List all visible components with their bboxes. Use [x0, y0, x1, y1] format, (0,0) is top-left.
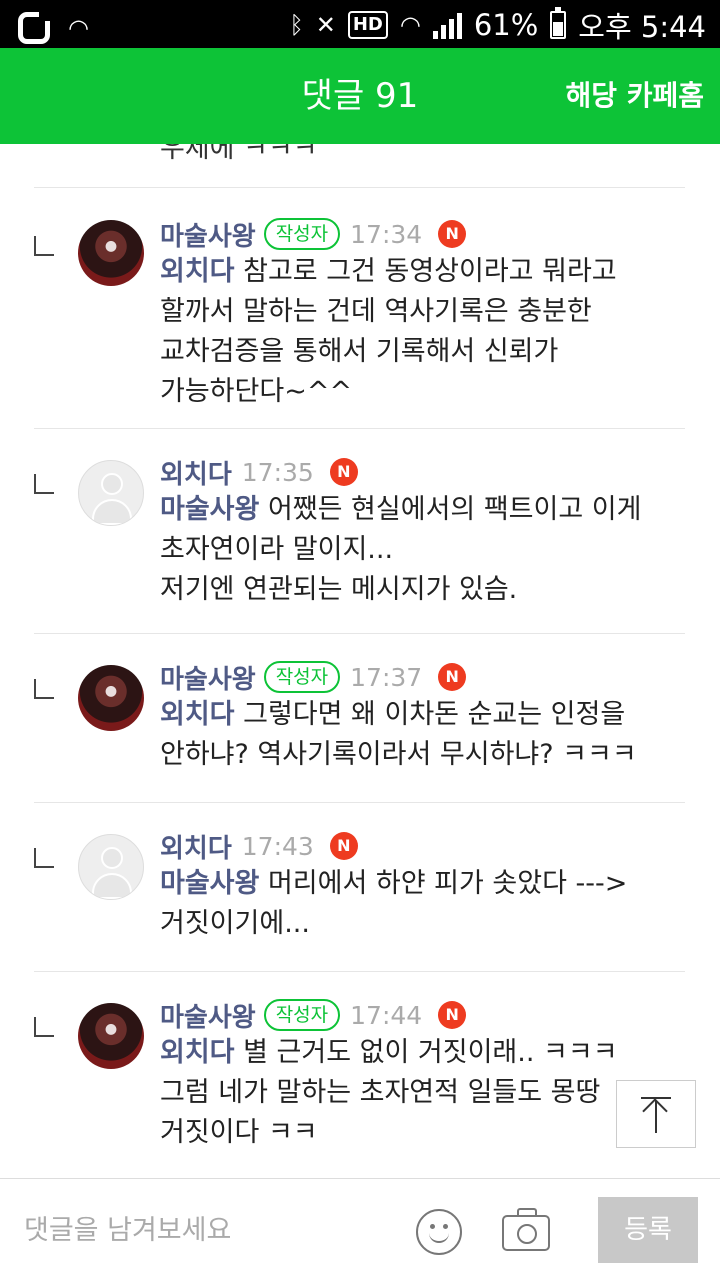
writer-badge: 작성자 [263, 999, 341, 1031]
comment-list[interactable]: 우제에 ㅋㅋㅋ 마술사왕 작성자 17:34 N 외치다 참고로 그건 동영상이… [0, 144, 720, 1178]
comment-line: 거짓이기에... [160, 908, 310, 939]
comment-input-bar: 등록 [0, 1178, 720, 1280]
comment-body: 외치다 참고로 그건 동영상이라고 뭐라고 할까서 말하는 건데 역사기록은 충… [160, 252, 690, 412]
reply-indent-icon [34, 848, 54, 868]
wifi-data-icon: ◠ [399, 11, 421, 39]
reply-indent-icon [34, 474, 54, 494]
new-badge: N [329, 458, 358, 486]
divider [34, 802, 685, 803]
divider [34, 428, 685, 429]
mention[interactable]: 외치다 [160, 699, 235, 730]
comment-line: 안하냐? 역사기록이라서 무시하냐? ㅋㅋㅋ [160, 739, 637, 770]
comment-body: 외치다 그렇다면 왜 이차돈 순교는 인정을 안하냐? 역사기록이라서 무시하냐… [160, 695, 690, 775]
comment-time: 17:35 [241, 457, 314, 487]
comment-line: 저기엔 연관되는 메시지가 있슴. [160, 574, 518, 605]
avatar[interactable] [78, 460, 144, 526]
comment-author[interactable]: 외치다 [160, 828, 232, 865]
comment-input[interactable] [24, 1207, 394, 1253]
writer-badge: 작성자 [263, 218, 341, 250]
camera-icon[interactable] [502, 1208, 550, 1251]
clock: 오후 5:44 [578, 10, 706, 44]
comment-line: 할까서 말하는 건데 역사기록은 충분한 [160, 296, 592, 327]
comment-line: 그렇다면 왜 이차돈 순교는 인정을 [234, 699, 626, 730]
comment-time: 17:44 [350, 1000, 423, 1030]
divider [34, 971, 685, 972]
status-bar: ◠ ᛒ ✕ HD ◠ 61% 오후 5:44 [0, 0, 720, 48]
hd-voice-icon: HD [347, 11, 388, 39]
comment-author[interactable]: 마술사왕 [160, 216, 256, 253]
comment-body: 마술사왕 머리에서 하얀 피가 솟았다 ---> 거짓이기에... [160, 864, 690, 944]
comment-line: 교차검증을 통해서 기록해서 신뢰가 [160, 336, 559, 367]
scroll-to-top-button[interactable] [616, 1080, 696, 1148]
bluetooth-icon: ᛒ [289, 11, 304, 39]
comment-line: 별 근거도 없이 거짓이래.. ㅋㅋㅋ [234, 1037, 618, 1068]
new-badge: N [438, 220, 467, 248]
carrier-logo-icon [18, 11, 51, 44]
new-badge: N [438, 1001, 467, 1029]
comment-body: 마술사왕 어쨌든 현실에서의 팩트이고 이게 초자연이라 말이지... 저기엔 … [160, 490, 690, 610]
submit-button[interactable]: 등록 [598, 1197, 698, 1263]
reply-indent-icon [34, 1017, 54, 1037]
new-badge: N [438, 663, 467, 691]
comment-line: 그럼 네가 말하는 초자연적 일들도 몽땅 [160, 1077, 601, 1108]
mention[interactable]: 마술사왕 [160, 494, 259, 525]
comment-meta: 마술사왕 작성자 17:44 N [160, 995, 467, 1035]
signal-icon [432, 11, 462, 39]
comment-meta: 외치다 17:43 N [160, 826, 358, 866]
comment-meta: 외치다 17:35 N [160, 452, 358, 492]
mention[interactable]: 외치다 [160, 256, 235, 287]
comment-line: 참고로 그건 동영상이라고 뭐라고 [234, 256, 617, 287]
battery-icon [550, 7, 567, 39]
comment-time: 17:43 [241, 831, 314, 861]
comment-author[interactable]: 마술사왕 [160, 659, 256, 696]
comment-line: 머리에서 하얀 피가 솟았다 ---> [259, 868, 628, 899]
avatar[interactable] [78, 220, 144, 286]
comment-author[interactable]: 외치다 [160, 454, 232, 491]
partial-comment-text: 우제에 ㅋㅋㅋ [160, 144, 318, 164]
emoji-icon[interactable] [416, 1209, 462, 1255]
avatar[interactable] [78, 1003, 144, 1069]
wifi-icon: ◠ [68, 14, 89, 42]
reply-indent-icon [34, 236, 54, 256]
comment-author[interactable]: 마술사왕 [160, 997, 256, 1034]
comment-line: 가능하단다~^^ [160, 376, 353, 407]
mention[interactable]: 마술사왕 [160, 868, 259, 899]
comment-body: 외치다 별 근거도 없이 거짓이래.. ㅋㅋㅋ 그럼 네가 말하는 초자연적 일… [160, 1033, 690, 1153]
app-header: 댓글 91 해당 카페홈 [0, 48, 720, 144]
comment-line: 초자연이라 말이지... [160, 534, 394, 565]
avatar[interactable] [78, 834, 144, 900]
comment-meta: 마술사왕 작성자 17:34 N [160, 214, 467, 254]
comment-time: 17:37 [350, 662, 423, 692]
divider [34, 187, 685, 188]
reply-indent-icon [34, 679, 54, 699]
avatar[interactable] [78, 665, 144, 731]
new-badge: N [329, 832, 358, 860]
writer-badge: 작성자 [263, 661, 341, 693]
comment-line: 거짓이다 ㅋㅋ [160, 1117, 318, 1148]
mute-icon: ✕ [315, 11, 336, 39]
battery-percent: 61% [473, 8, 539, 42]
mention[interactable]: 외치다 [160, 1037, 235, 1068]
comment-time: 17:34 [350, 219, 423, 249]
comment-line: 어쨌든 현실에서의 팩트이고 이게 [259, 494, 642, 525]
comment-meta: 마술사왕 작성자 17:37 N [160, 657, 467, 697]
divider [34, 633, 685, 634]
cafe-home-link[interactable]: 해당 카페홈 [565, 48, 704, 144]
